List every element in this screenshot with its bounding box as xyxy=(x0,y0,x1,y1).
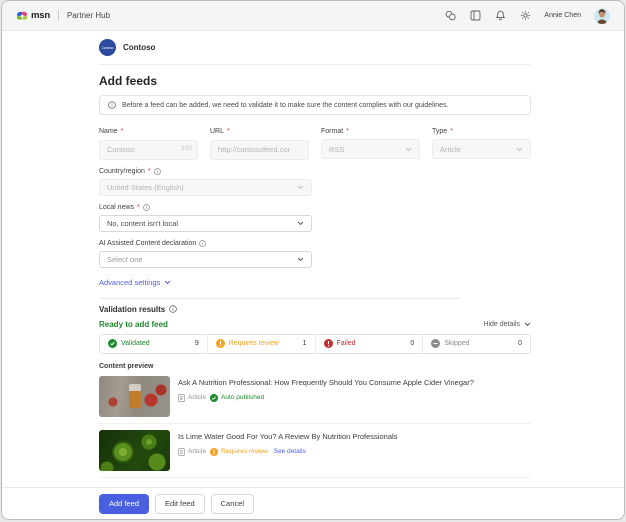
format-label: Format* xyxy=(321,128,420,136)
info-banner: Before a feed can be added, we need to v… xyxy=(99,95,531,115)
country-label: Country/region* xyxy=(99,168,531,176)
publisher-avatar: Contoso xyxy=(99,39,116,56)
thumbnail-apple-cider xyxy=(99,376,170,417)
format-field-group: Format* RSS xyxy=(321,128,420,160)
status-badge: Auto published xyxy=(210,394,264,402)
stat-requires-review: Requires review 1 xyxy=(207,335,315,353)
app-name: Partner Hub xyxy=(67,11,110,20)
chevron-down-icon xyxy=(297,257,304,262)
url-input xyxy=(210,140,309,160)
thumbnail-limes xyxy=(99,430,170,471)
validation-stats-bar: Validated 9 Requires review 1 Failed 0 S… xyxy=(99,334,531,354)
ai-declaration-select[interactable]: Select one xyxy=(99,251,312,268)
ai-declaration-label: AI Assisted Content declaration xyxy=(99,240,531,248)
country-field-group: Country/region* United States (English) xyxy=(99,168,531,196)
local-news-select[interactable]: No, content isn't local xyxy=(99,215,312,232)
type-field-group: Type* Article xyxy=(432,128,531,160)
status-badge: Requires review xyxy=(210,448,268,456)
item-title: Is Lime Water Good For You? A Review By … xyxy=(178,432,397,441)
format-select: RSS xyxy=(321,139,420,159)
url-label: URL* xyxy=(210,128,309,136)
banner-text: Before a feed can be added, we need to v… xyxy=(122,102,448,109)
user-name: Annie Chen xyxy=(544,12,581,19)
brand-name: msn xyxy=(31,10,50,21)
check-circle-icon xyxy=(108,339,117,348)
local-news-label: Local news* xyxy=(99,204,531,212)
chevron-down-icon xyxy=(405,147,412,152)
chevron-down-icon xyxy=(164,280,171,285)
feed-form-row: Name* 100 URL* Format* RSS xyxy=(99,128,531,160)
content-preview-title: Content preview xyxy=(99,363,531,370)
item-title: Ask A Nutrition Professional: How Freque… xyxy=(178,378,474,387)
main-content: Contoso Contoso Add feeds Before a feed … xyxy=(99,39,531,520)
stat-failed: Failed 0 xyxy=(315,335,423,353)
info-icon xyxy=(143,204,150,211)
chevron-down-icon xyxy=(516,147,523,152)
page-title: Add feeds xyxy=(99,74,531,88)
country-select: United States (English) xyxy=(99,179,312,196)
preview-item: Ask A Nutrition Professional: How Freque… xyxy=(99,370,531,424)
settings-gear-icon[interactable] xyxy=(519,10,531,22)
chevron-down-icon xyxy=(297,185,304,190)
info-icon xyxy=(108,101,116,109)
cancel-button[interactable]: Cancel xyxy=(211,494,254,514)
validation-status-row: Ready to add feed Hide details xyxy=(99,320,531,329)
brand-divider xyxy=(58,10,59,21)
warning-circle-icon xyxy=(210,448,218,456)
validation-status: Ready to add feed xyxy=(99,320,168,329)
info-icon xyxy=(154,168,161,175)
ai-declaration-field-group: AI Assisted Content declaration Select o… xyxy=(99,240,531,268)
action-footer: Add feed Edit feed Cancel xyxy=(2,487,624,519)
stat-validated: Validated 9 xyxy=(100,335,207,353)
name-char-counter: 100 xyxy=(181,145,192,152)
see-details-link[interactable]: See details xyxy=(274,448,306,455)
name-field-group: Name* 100 xyxy=(99,128,198,160)
url-field-group: URL* xyxy=(210,128,309,160)
article-type: Article xyxy=(178,394,206,402)
app-window: msn Partner Hub xyxy=(1,0,625,520)
type-select: Article xyxy=(432,139,531,159)
brand-area: msn Partner Hub xyxy=(16,10,110,22)
skipped-circle-icon xyxy=(431,339,440,348)
publisher-row: Contoso Contoso xyxy=(99,39,531,65)
local-news-field-group: Local news* No, content isn't local xyxy=(99,204,531,232)
article-type: Article xyxy=(178,448,206,456)
article-icon xyxy=(178,394,185,402)
hide-details-toggle[interactable]: Hide details xyxy=(483,321,531,328)
section-divider xyxy=(99,298,461,299)
alerts-bell-icon[interactable] xyxy=(494,10,506,22)
user-avatar[interactable] xyxy=(594,8,610,24)
check-circle-icon xyxy=(210,394,218,402)
top-bar: msn Partner Hub xyxy=(2,1,624,31)
msn-butterfly-icon xyxy=(16,10,28,22)
chevron-down-icon xyxy=(297,221,304,226)
preview-item: Is Lime Water Good For You? A Review By … xyxy=(99,424,531,478)
type-label: Type* xyxy=(432,128,531,136)
stat-skipped: Skipped 0 xyxy=(422,335,530,353)
warning-circle-icon xyxy=(216,339,225,348)
chevron-down-icon xyxy=(524,322,531,327)
advanced-settings-link[interactable]: Advanced settings xyxy=(99,278,171,287)
name-label: Name* xyxy=(99,128,198,136)
error-circle-icon xyxy=(324,339,333,348)
info-icon xyxy=(199,240,206,247)
top-bar-actions: Annie Chen xyxy=(444,8,610,24)
info-icon xyxy=(169,305,177,313)
publisher-name: Contoso xyxy=(123,43,155,52)
language-icon[interactable] xyxy=(444,10,456,22)
article-icon xyxy=(178,448,185,456)
add-feed-button[interactable]: Add feed xyxy=(99,494,149,514)
edit-feed-button[interactable]: Edit feed xyxy=(155,494,205,514)
validation-title: Validation results xyxy=(99,305,531,314)
guide-icon[interactable] xyxy=(469,10,481,22)
